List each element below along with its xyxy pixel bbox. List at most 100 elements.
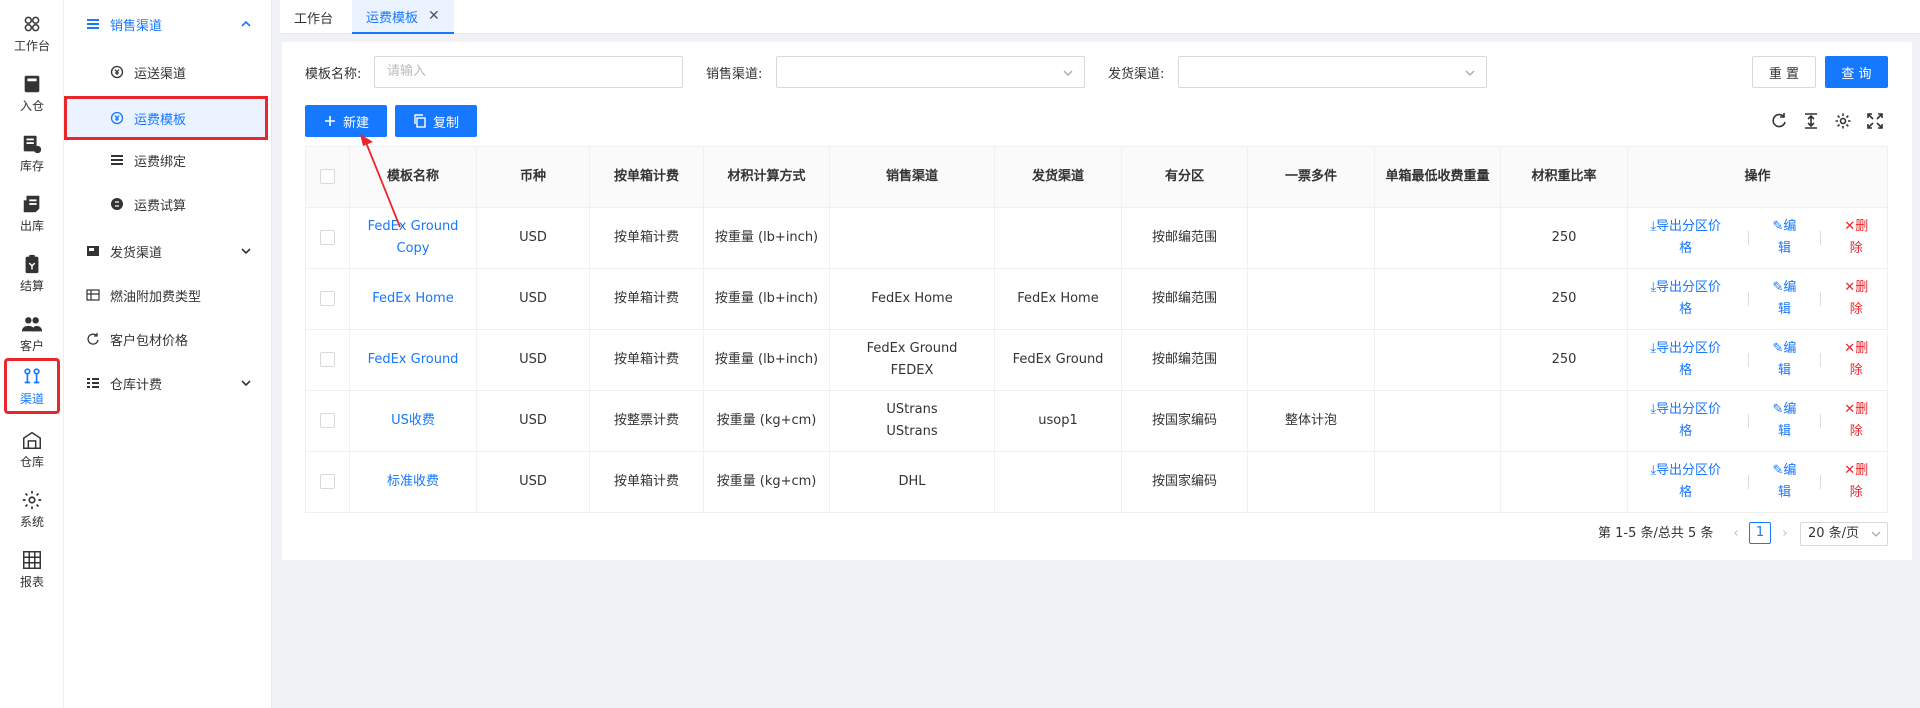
menu-group-sales-channel[interactable]: 销售渠道 xyxy=(64,4,270,44)
column-height-icon[interactable] xyxy=(1802,112,1820,130)
rail-item-customer[interactable]: 客户 xyxy=(4,304,60,362)
rail-item-report[interactable]: 报表 xyxy=(4,540,60,598)
delete-link[interactable]: ✕删除 xyxy=(1842,460,1870,504)
inbound-icon xyxy=(24,75,40,92)
gear-icon[interactable] xyxy=(1834,112,1852,130)
shipping-channel-label: 发货渠道: xyxy=(1108,67,1165,82)
template-name-link[interactable]: 标准收费 xyxy=(387,474,439,489)
rail-label: 结算 xyxy=(19,278,44,293)
menu-item-freight-binding[interactable]: 运费绑定 xyxy=(64,140,270,180)
template-name-input[interactable]: 请输入 xyxy=(374,56,683,88)
shipping-channel-select[interactable] xyxy=(1178,56,1487,88)
delete-link[interactable]: ✕删除 xyxy=(1842,277,1870,321)
cell-shipping: FedEx Home xyxy=(994,268,1122,330)
export-zone-price-link[interactable]: ⤓导出分区价格 xyxy=(1645,216,1727,260)
row-checkbox[interactable] xyxy=(320,413,335,428)
row-checkbox[interactable] xyxy=(320,291,335,306)
cell-multi xyxy=(1247,207,1375,269)
rail-item-settlement[interactable]: 结算 xyxy=(4,244,60,302)
cell-currency: USD xyxy=(476,207,590,269)
rail-item-workbench[interactable]: 工作台 xyxy=(4,4,60,62)
rail-label: 报表 xyxy=(19,574,44,589)
menu-label: 销售渠道 xyxy=(110,18,163,34)
pagination-prev[interactable]: ‹ xyxy=(1729,524,1743,544)
column-header: 单箱最低收费重量 xyxy=(1374,146,1501,208)
operations-cell: ⤓导出分区价格 ✎编辑 ✕删除 xyxy=(1627,451,1888,513)
row-select-cell[interactable] xyxy=(305,451,350,513)
column-header: 操作 xyxy=(1627,146,1888,208)
cell-billing: 按单箱计费 xyxy=(589,329,704,391)
menu-group-shipping-channel[interactable]: 发货渠道 xyxy=(64,231,270,271)
edit-link[interactable]: ✎编辑 xyxy=(1770,277,1798,321)
edit-link[interactable]: ✎编辑 xyxy=(1770,338,1798,382)
menu-item-freight-trial[interactable]: 运费试算 xyxy=(64,184,270,224)
query-button[interactable]: 查 询 xyxy=(1825,56,1888,88)
rail-item-system[interactable]: 系统 xyxy=(4,480,60,538)
cell-multi xyxy=(1247,329,1375,391)
menu-item-transport-channel[interactable]: 运送渠道 xyxy=(64,52,270,92)
column-header: 销售渠道 xyxy=(829,146,995,208)
row-checkbox[interactable] xyxy=(320,230,335,245)
rail-item-inbound[interactable]: 入仓 xyxy=(4,64,60,122)
menu-item-freight-template[interactable]: 运费模板 xyxy=(64,96,268,140)
row-select-cell[interactable] xyxy=(305,390,350,452)
cell-ratio xyxy=(1500,451,1628,513)
export-zone-price-link[interactable]: ⤓导出分区价格 xyxy=(1645,277,1727,321)
row-select-cell[interactable] xyxy=(305,329,350,391)
page-size-select[interactable]: 20 条/页 xyxy=(1800,522,1888,546)
export-zone-price-link[interactable]: ⤓导出分区价格 xyxy=(1645,338,1727,382)
sales-channel-select[interactable] xyxy=(776,56,1085,88)
menu-label: 运费模板 xyxy=(134,112,187,128)
close-icon[interactable]: ✕ xyxy=(428,8,440,24)
select-all-checkbox[interactable] xyxy=(320,169,335,184)
inventory-icon xyxy=(23,135,42,153)
edit-link[interactable]: ✎编辑 xyxy=(1770,216,1798,260)
row-select-cell[interactable] xyxy=(305,207,350,269)
table-icon xyxy=(86,289,100,301)
template-name-label: 模板名称: xyxy=(305,67,362,82)
tab-freight-template[interactable]: 运费模板 ✕ xyxy=(352,0,454,34)
row-checkbox[interactable] xyxy=(320,352,335,367)
template-name-link[interactable]: US收费 xyxy=(391,413,435,428)
export-zone-price-link[interactable]: ⤓导出分区价格 xyxy=(1645,460,1727,504)
cell-zone: 按国家编码 xyxy=(1121,451,1248,513)
row-checkbox[interactable] xyxy=(320,474,335,489)
delete-link[interactable]: ✕删除 xyxy=(1842,399,1870,443)
cell-min-weight xyxy=(1374,390,1501,452)
select-all-cell[interactable] xyxy=(305,146,350,208)
edit-link[interactable]: ✎编辑 xyxy=(1770,460,1798,504)
rail-item-outbound[interactable]: 出库 xyxy=(4,184,60,242)
menu-item-customer-packaging-price[interactable]: 客户包材价格 xyxy=(64,319,270,359)
delete-link[interactable]: ✕删除 xyxy=(1842,216,1870,260)
rail-label: 系统 xyxy=(19,514,44,529)
cell-calc: 按重量 (lb+inch) xyxy=(703,207,830,269)
template-name-link[interactable]: FedEx Ground xyxy=(368,352,459,367)
cell-ratio xyxy=(1500,390,1628,452)
row-select-cell[interactable] xyxy=(305,268,350,330)
refresh-icon[interactable] xyxy=(1770,112,1788,130)
cell-shipping: FedEx Ground xyxy=(994,329,1122,391)
plus-icon xyxy=(324,116,335,126)
rail-item-inventory[interactable]: 库存 xyxy=(4,124,60,182)
pagination-next[interactable]: › xyxy=(1778,524,1792,544)
list-icon xyxy=(87,19,99,29)
menu-label: 运费试算 xyxy=(134,198,187,214)
template-name-link[interactable]: FedEx Home xyxy=(372,291,453,306)
rail-label: 渠道 xyxy=(19,391,44,406)
reset-button[interactable]: 重 置 xyxy=(1752,56,1816,88)
cell-billing: 按单箱计费 xyxy=(589,207,704,269)
tab-workbench[interactable]: 工作台 xyxy=(280,0,347,34)
edit-link[interactable]: ✎编辑 xyxy=(1770,399,1798,443)
delete-link[interactable]: ✕删除 xyxy=(1842,338,1870,382)
export-zone-price-link[interactable]: ⤓导出分区价格 xyxy=(1645,399,1727,443)
pagination-page-1[interactable]: 1 xyxy=(1749,522,1771,544)
rail-item-channel[interactable]: 渠道 xyxy=(4,358,60,414)
menu-group-warehouse-billing[interactable]: 仓库计费 xyxy=(64,363,270,403)
cell-shipping: usop1 xyxy=(994,390,1122,452)
chevron-down-icon xyxy=(241,380,251,387)
rail-item-warehouse[interactable]: 仓库 xyxy=(4,420,60,478)
cell-min-weight xyxy=(1374,207,1501,269)
menu-item-fuel-surcharge-type[interactable]: 燃油附加费类型 xyxy=(64,275,270,315)
cell-sales: UStrans UStrans xyxy=(829,390,995,452)
fullscreen-icon[interactable] xyxy=(1866,112,1884,130)
